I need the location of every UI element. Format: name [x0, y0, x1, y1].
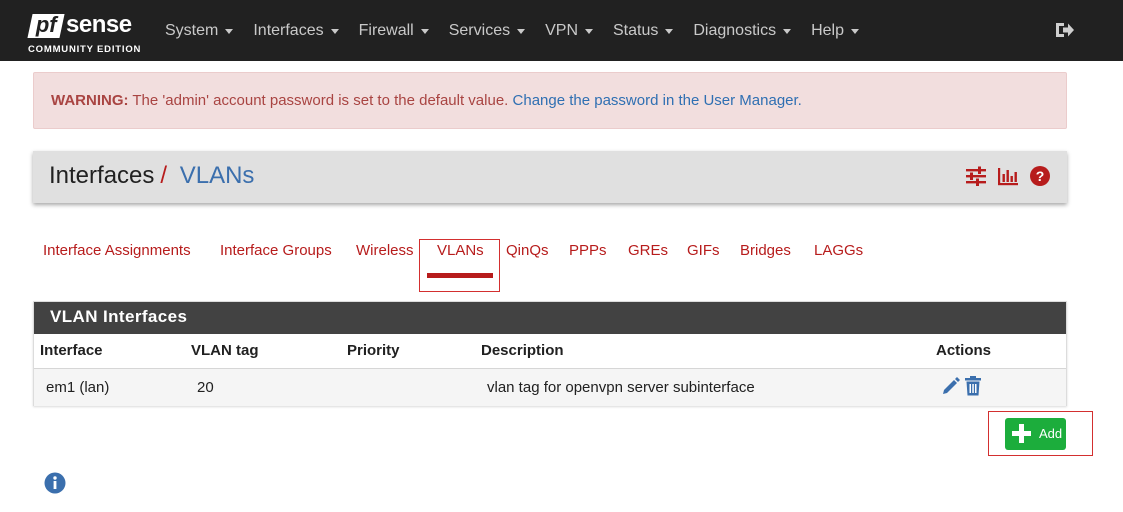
- nav-firewall[interactable]: Firewall: [359, 22, 429, 40]
- help-icon[interactable]: ?: [1029, 165, 1051, 187]
- page-header: Interfaces / VLANs ?: [33, 151, 1067, 203]
- sliders-icon[interactable]: [965, 165, 987, 187]
- header-icons: ?: [965, 165, 1051, 187]
- caret-down-icon: [517, 29, 526, 34]
- column-description[interactable]: Description: [481, 342, 564, 359]
- nav-help[interactable]: Help: [811, 22, 859, 40]
- column-interface[interactable]: Interface: [40, 342, 103, 359]
- nav-system[interactable]: System: [165, 22, 234, 40]
- panel-title: VLAN Interfaces: [50, 307, 188, 326]
- info-icon[interactable]: [44, 472, 66, 494]
- vlan-interfaces-panel: VLAN Interfaces Interface VLAN tag Prior…: [33, 301, 1067, 406]
- logo-edition: COMMUNITY EDITION: [28, 44, 142, 55]
- tab-bridges[interactable]: Bridges: [740, 242, 791, 259]
- pfsense-logo[interactable]: pf sense COMMUNITY EDITION: [27, 10, 146, 58]
- tab-qinqs[interactable]: QinQs: [506, 242, 549, 259]
- nav-services[interactable]: Services: [449, 22, 526, 40]
- column-priority[interactable]: Priority: [347, 342, 400, 359]
- table-row[interactable]: em1 (lan) 20 vlan tag for openvpn server…: [34, 369, 1066, 406]
- sign-out-icon[interactable]: [1054, 20, 1074, 40]
- caret-down-icon: [850, 29, 859, 34]
- tab-wireless[interactable]: Wireless: [356, 242, 414, 259]
- cell-description: vlan tag for openvpn server subinterface: [487, 379, 755, 396]
- caret-down-icon: [585, 29, 593, 34]
- column-vlan-tag[interactable]: VLAN tag: [191, 342, 259, 359]
- tab-ppps[interactable]: PPPs: [569, 242, 607, 259]
- add-vlan-button[interactable]: Add: [1005, 418, 1066, 450]
- navbar: pf sense COMMUNITY EDITION System Interf…: [0, 0, 1123, 61]
- breadcrumb: Interfaces / VLANs: [49, 162, 254, 190]
- caret-down-icon: [783, 29, 792, 34]
- trash-icon[interactable]: [963, 376, 983, 396]
- cell-interface: em1 (lan): [46, 379, 110, 396]
- caret-down-icon: [665, 29, 674, 34]
- active-tab-underline: [427, 273, 493, 278]
- nav-diagnostics[interactable]: Diagnostics: [693, 22, 792, 40]
- default-password-warning: WARNING: The 'admin' account password is…: [33, 72, 1067, 129]
- add-button-label: Add: [1039, 426, 1063, 441]
- tab-interface-assignments[interactable]: Interface Assignments: [43, 242, 191, 259]
- caret-down-icon: [225, 29, 234, 34]
- panel-heading: VLAN Interfaces: [34, 302, 1066, 334]
- nav-interfaces[interactable]: Interfaces: [253, 22, 339, 40]
- breadcrumb-vlans[interactable]: VLANs: [180, 162, 255, 189]
- edit-icon[interactable]: [941, 376, 961, 396]
- warning-text: WARNING: The 'admin' account password is…: [51, 92, 802, 109]
- column-actions: Actions: [936, 342, 992, 359]
- logo-pf-mark: pf: [27, 12, 65, 38]
- tab-gifs[interactable]: GIFs: [687, 242, 720, 259]
- breadcrumb-interfaces: Interfaces: [49, 162, 155, 189]
- tab-laggs[interactable]: LAGGs: [814, 242, 863, 259]
- bar-chart-icon[interactable]: [997, 165, 1019, 187]
- main-menu: System Interfaces Firewall Services VPN …: [165, 0, 879, 61]
- caret-down-icon: [330, 29, 339, 34]
- plus-icon: [1012, 424, 1031, 443]
- change-password-link[interactable]: Change the password in the User Manager.: [513, 92, 802, 109]
- nav-vpn[interactable]: VPN: [545, 22, 593, 40]
- tab-gres[interactable]: GREs: [628, 242, 668, 259]
- nav-status[interactable]: Status: [613, 22, 674, 40]
- active-tab-highlight: [419, 239, 500, 292]
- caret-down-icon: [420, 29, 429, 34]
- warning-message: The 'admin' account password is set to t…: [128, 92, 513, 109]
- breadcrumb-separator: /: [160, 162, 168, 189]
- logo-wordmark: sense: [66, 11, 132, 38]
- tab-interface-groups[interactable]: Interface Groups: [220, 242, 332, 259]
- svg-text:?: ?: [1036, 168, 1045, 184]
- cell-vlan-tag: 20: [197, 379, 214, 396]
- warning-label: WARNING:: [51, 92, 129, 109]
